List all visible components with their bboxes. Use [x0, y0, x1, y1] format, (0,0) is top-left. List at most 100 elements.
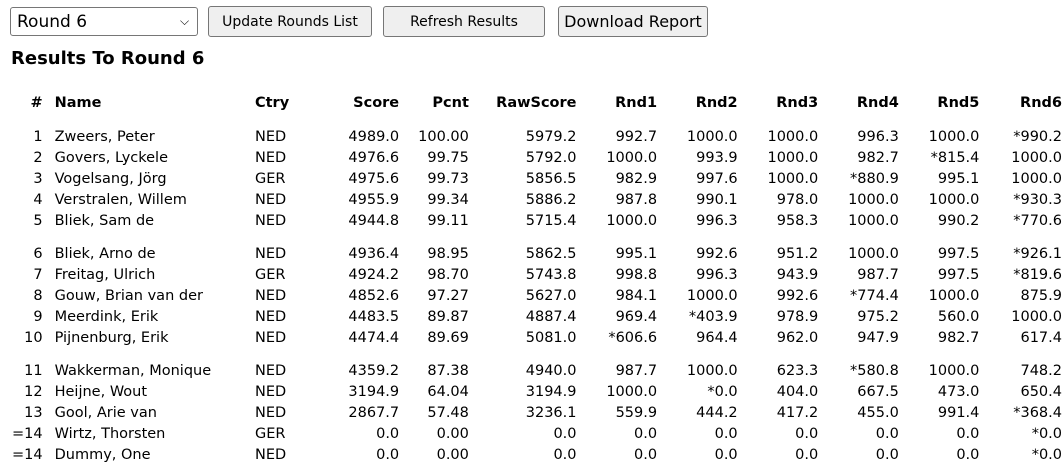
- rawscore-cell: 3236.1: [525, 404, 577, 421]
- column-header-rank: #: [30, 95, 43, 111]
- rnd3-cell: 0.0: [795, 425, 819, 442]
- rnd6-cell: *930.3: [1013, 191, 1062, 208]
- column-header-rnd4: Rnd4: [856, 95, 899, 111]
- rnd6-cell: 1000.0: [1011, 149, 1062, 166]
- rnd3-cell: 623.3: [776, 362, 819, 379]
- rnd4-cell: 455.0: [857, 404, 899, 421]
- rnd3-cell: 978.9: [776, 308, 819, 325]
- update-rounds-list-button[interactable]: Update Rounds List: [208, 6, 372, 37]
- rnd5-cell: 473.0: [937, 383, 980, 400]
- rnd5-cell: 0.0: [956, 446, 980, 463]
- rnd5-cell: 1000.0: [928, 191, 980, 208]
- score-cell: 4989.0: [348, 128, 400, 145]
- rnd1-cell: 984.1: [615, 287, 658, 304]
- country-cell: NED: [254, 287, 287, 304]
- table-row: 10 Pijnenburg, Erik NED 4474.4 89.69 5081.0 *6…: [12, 327, 1062, 348]
- percent-cell: 64.04: [427, 383, 469, 400]
- refresh-results-button[interactable]: Refresh Results: [383, 6, 545, 37]
- rnd2-cell: 992.6: [696, 245, 738, 262]
- column-header-rnd2: Rnd2: [695, 95, 738, 111]
- rnd5-cell: 990.2: [937, 212, 980, 229]
- table-row: 4 Verstralen, Willem NED 4955.9 99.34 5886.2 9…: [12, 189, 1062, 210]
- percent-cell: 99.75: [427, 149, 469, 166]
- rnd5-cell: 997.5: [937, 266, 980, 283]
- rnd2-cell: 0.0: [714, 425, 738, 442]
- table-row: 8 Gouw, Brian van der NED 4852.6 97.27 5627.0…: [12, 285, 1062, 306]
- rnd1-cell: 987.7: [615, 362, 658, 379]
- percent-cell: 100.00: [418, 128, 469, 145]
- name-cell: Wakkerman, Monique: [54, 362, 212, 379]
- rawscore-cell: 5743.8: [525, 266, 577, 283]
- rnd6-cell: 1000.0: [1011, 170, 1062, 187]
- page-title: Results To Round 6: [11, 48, 205, 69]
- rnd2-cell: 1000.0: [686, 128, 738, 145]
- rawscore-cell: 3194.9: [525, 383, 577, 400]
- rank-cell: 7: [33, 266, 43, 283]
- country-cell: NED: [254, 245, 287, 262]
- score-cell: 0.0: [376, 446, 400, 463]
- rnd4-cell: 1000.0: [848, 212, 899, 229]
- percent-cell: 97.27: [427, 287, 469, 304]
- rnd5-cell: 997.5: [937, 245, 980, 262]
- rnd2-cell: 996.3: [696, 266, 738, 283]
- rawscore-cell: 5627.0: [525, 287, 577, 304]
- column-header-rnd6: Rnd6: [1020, 95, 1062, 111]
- rnd5-cell: 0.0: [956, 425, 980, 442]
- row-group-spacer: [12, 348, 1062, 360]
- country-cell: GER: [254, 170, 286, 187]
- rnd2-cell: 0.0: [714, 446, 738, 463]
- rnd2-cell: *403.9: [688, 308, 738, 325]
- round-select[interactable]: Round 6: [10, 7, 198, 36]
- percent-cell: 98.95: [427, 245, 469, 262]
- rnd4-cell: 947.9: [857, 329, 899, 346]
- score-cell: 4936.4: [348, 245, 400, 262]
- percent-cell: 89.69: [427, 329, 469, 346]
- rnd2-cell: 1000.0: [686, 362, 738, 379]
- rawscore-cell: 5715.4: [525, 212, 577, 229]
- rnd4-cell: 0.0: [875, 446, 899, 463]
- rnd5-cell: 1000.0: [928, 362, 980, 379]
- rnd2-cell: 964.4: [696, 329, 738, 346]
- name-cell: Wirtz, Thorsten: [54, 425, 166, 442]
- rnd1-cell: 998.8: [615, 266, 658, 283]
- rank-cell: 12: [24, 383, 43, 400]
- rank-cell: 8: [33, 287, 43, 304]
- row-group-spacer: [12, 231, 1062, 243]
- rnd2-cell: 1000.0: [686, 287, 738, 304]
- rnd3-cell: 1000.0: [767, 128, 819, 145]
- rank-cell: =14: [12, 446, 43, 463]
- rnd5-cell: *815.4: [930, 149, 980, 166]
- rnd3-cell: 992.6: [776, 287, 819, 304]
- score-cell: 4944.8: [348, 212, 400, 229]
- spacer-cell: [12, 348, 1062, 360]
- table-row: 12 Heijne, Wout NED 3194.9 64.04 3194.9 1000.0…: [12, 381, 1062, 402]
- rnd1-cell: 995.1: [615, 245, 658, 262]
- rnd2-cell: *0.0: [707, 383, 738, 400]
- rnd6-cell: 650.4: [1020, 383, 1062, 400]
- rnd6-cell: 748.2: [1020, 362, 1062, 379]
- rnd4-cell: 987.7: [857, 266, 899, 283]
- rnd1-cell: 969.4: [615, 308, 658, 325]
- rnd6-cell: 875.9: [1020, 287, 1062, 304]
- rawscore-cell: 5792.0: [525, 149, 577, 166]
- percent-cell: 87.38: [427, 362, 469, 379]
- download-report-button[interactable]: Download Report: [558, 6, 708, 37]
- rnd3-cell: 0.0: [795, 446, 819, 463]
- row-group-spacer: [12, 114, 1062, 126]
- rank-cell: 11: [24, 362, 43, 379]
- name-cell: Dummy, One: [54, 446, 151, 463]
- name-cell: Vogelsang, Jörg: [54, 170, 167, 187]
- rnd4-cell: 1000.0: [848, 245, 899, 262]
- country-cell: NED: [254, 149, 287, 166]
- percent-cell: 98.70: [427, 266, 469, 283]
- table-header-row: # Name Ctry Score Pcnt RawScore Rnd1 Rnd…: [12, 92, 1062, 114]
- rawscore-cell: 5862.5: [525, 245, 577, 262]
- rnd3-cell: 1000.0: [767, 170, 819, 187]
- rnd1-cell: *606.6: [608, 329, 658, 346]
- percent-cell: 99.34: [427, 191, 469, 208]
- rnd1-cell: 1000.0: [606, 212, 658, 229]
- column-header-country: Ctry: [254, 95, 290, 111]
- rawscore-cell: 5081.0: [525, 329, 577, 346]
- rank-cell: 5: [33, 212, 43, 229]
- rank-cell: 3: [33, 170, 43, 187]
